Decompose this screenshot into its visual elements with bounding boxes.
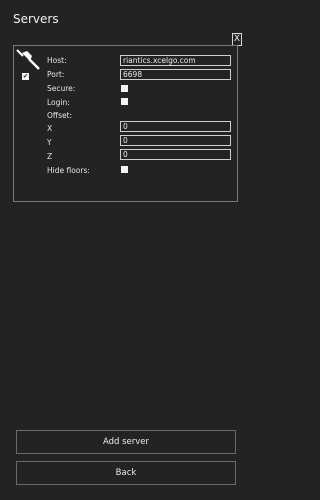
port-label: Port: — [47, 70, 65, 79]
port-input[interactable] — [120, 69, 231, 80]
secure-checkbox[interactable] — [121, 85, 128, 92]
offset-label: Offset: — [47, 111, 73, 120]
page-title: Servers — [13, 12, 59, 26]
login-checkbox[interactable] — [121, 98, 128, 105]
offset-z-input[interactable] — [120, 149, 231, 160]
login-label: Login: — [47, 98, 70, 107]
offset-y-label: Y — [47, 138, 52, 147]
host-input[interactable] — [120, 55, 231, 66]
offset-y-input[interactable] — [120, 135, 231, 146]
add-server-button[interactable]: Add server — [16, 430, 236, 454]
hide-floors-checkbox[interactable] — [121, 166, 128, 173]
server-enabled-checkbox[interactable]: ✔ — [22, 73, 29, 80]
offset-x-label: X — [47, 124, 53, 133]
plug-icon — [16, 49, 40, 70]
offset-z-label: Z — [47, 152, 53, 161]
back-button[interactable]: Back — [16, 461, 236, 485]
host-label: Host: — [47, 56, 67, 65]
hide-floors-label: Hide floors: — [47, 166, 90, 175]
offset-x-input[interactable] — [120, 121, 231, 132]
secure-label: Secure: — [47, 84, 76, 93]
